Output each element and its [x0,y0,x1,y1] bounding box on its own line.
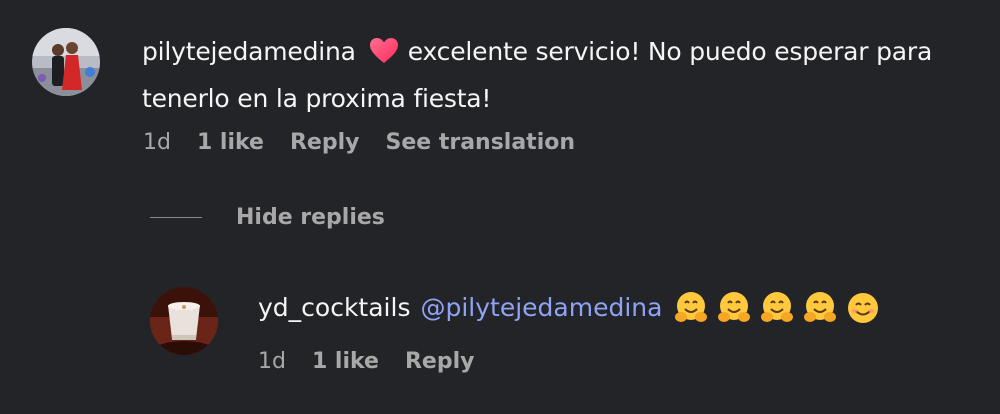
hugging-face-emoji-icon [761,292,794,322]
comment-reply-button[interactable]: Reply [290,130,360,155]
hide-replies-label[interactable]: Hide replies [236,205,385,230]
reply-reply-button[interactable]: Reply [405,349,475,374]
comment-username[interactable]: pilytejedamedina [142,37,356,66]
hugging-face-emoji-icon [718,292,751,322]
reply-actions: 1d 1 like Reply [258,349,500,374]
comment-body: pilytejedamedina excelente servicio! No p… [142,30,962,120]
reply-username[interactable]: yd_cocktails [258,290,410,326]
reply-mention[interactable]: @pilytejedamedina [420,290,662,326]
avatar-photo [150,287,218,355]
comment-actions: 1d 1 like Reply See translation [143,130,601,155]
hugging-face-emoji-icon [804,292,837,322]
comment-timestamp[interactable]: 1d [143,130,171,155]
reply-likes[interactable]: 1 like [312,349,379,374]
comment-likes[interactable]: 1 like [197,130,264,155]
hugging-face-emoji-icon [675,292,708,322]
reply-body: yd_cocktails @pilytejedamedina [258,290,880,326]
avatar-pilytejedamedina[interactable] [32,28,100,96]
hide-replies-toggle[interactable]: Hide replies [150,205,385,230]
smiling-face-emoji-icon [848,293,879,323]
avatar-photo [32,28,100,96]
heart-icon [369,34,398,77]
avatar-yd-cocktails[interactable] [150,287,218,355]
reply-timestamp[interactable]: 1d [258,349,286,374]
reply-emojis [674,291,880,325]
replies-divider [150,217,202,218]
see-translation-button[interactable]: See translation [385,130,575,155]
